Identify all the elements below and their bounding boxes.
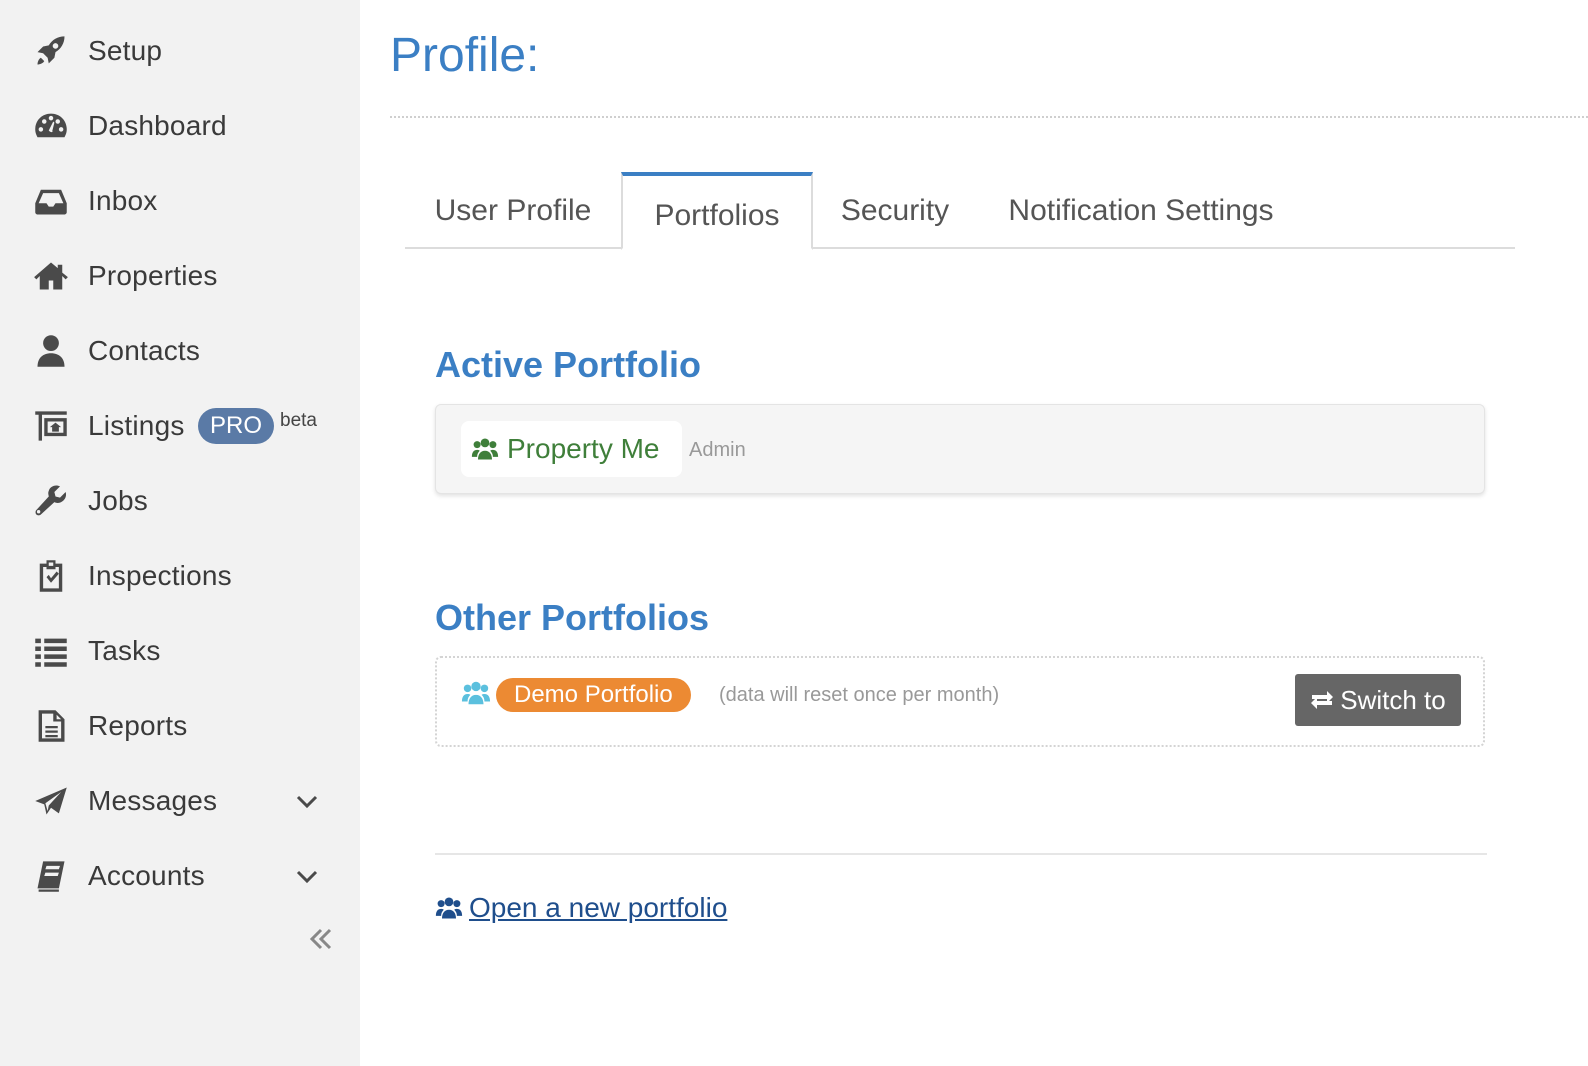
sidebar-item-label: Inspections (88, 560, 232, 591)
active-portfolio-name: Property Me (507, 433, 660, 464)
sidebar-item-inbox[interactable]: Inbox (0, 171, 360, 231)
list-icon (32, 632, 70, 670)
open-new-portfolio-label: Open a new portfolio (469, 892, 728, 923)
active-portfolio-chip: Property Me (461, 421, 682, 477)
sidebar-item-jobs[interactable]: Jobs (0, 471, 360, 531)
sidebar-item-inspections[interactable]: Inspections (0, 546, 360, 606)
exchange-icon (1311, 691, 1334, 709)
switch-to-label: Switch to (1340, 684, 1446, 715)
sidebar-item-label: Jobs (88, 485, 148, 516)
double-chevron-left-icon[interactable] (306, 924, 336, 954)
book-icon (32, 857, 70, 895)
users-icon (471, 438, 499, 460)
sidebar-item-label: Inbox (88, 185, 158, 216)
page-title: Profile: (390, 29, 540, 82)
rocket-icon (32, 32, 70, 70)
pro-badge: PRO (198, 408, 275, 444)
other-portfolio-row: Demo Portfolio (data will reset once per… (435, 656, 1485, 747)
tab-notification-settings[interactable]: Notification Settings (995, 172, 1287, 249)
tab-user-profile[interactable]: User Profile (405, 172, 621, 249)
demo-portfolio-note: (data will reset once per month) (719, 684, 1000, 706)
sidebar-item-label: Setup (88, 35, 163, 66)
switch-to-button[interactable]: Switch to (1295, 674, 1461, 726)
open-new-portfolio-link[interactable]: Open a new portfolio (435, 892, 727, 924)
user-icon (32, 332, 70, 370)
palette-icon (32, 107, 70, 145)
sidebar-item-label: Messages (88, 785, 218, 816)
users-icon (461, 678, 491, 708)
chevron-down-icon[interactable] (294, 863, 320, 889)
sidebar-item-setup[interactable]: Setup (0, 21, 360, 81)
sidebar-item-listings[interactable]: Listings PRO beta (0, 396, 360, 456)
other-portfolios-heading: Other Portfolios (435, 597, 710, 638)
main-content: Profile: User Profile Portfolios Securit… (360, 0, 1588, 1066)
chevron-down-icon[interactable] (294, 788, 320, 814)
section-divider (435, 853, 1487, 855)
clipboard-check-icon (32, 557, 70, 595)
sidebar: Setup Dashboard Inbox Properties Contact… (0, 0, 360, 1066)
sidebar-item-label: Listings (88, 410, 185, 441)
active-portfolio-card: Property Me Admin (435, 404, 1485, 494)
profile-tabs: User Profile Portfolios Security Notific… (405, 172, 1515, 250)
sidebar-item-label: Dashboard (88, 110, 227, 141)
tab-portfolios[interactable]: Portfolios (621, 172, 813, 250)
home-icon (32, 257, 70, 295)
sidebar-item-label: Properties (88, 260, 218, 291)
beta-label: beta (280, 410, 317, 431)
wrench-icon (32, 482, 70, 520)
portfolio-role: Admin (689, 439, 746, 461)
sidebar-item-label: Contacts (88, 335, 201, 366)
title-divider (390, 116, 1588, 118)
sidebar-item-dashboard[interactable]: Dashboard (0, 96, 360, 156)
sidebar-item-messages[interactable]: Messages (0, 771, 360, 831)
inbox-icon (32, 182, 70, 220)
sidebar-item-tasks[interactable]: Tasks (0, 621, 360, 681)
users-icon (435, 897, 463, 919)
paper-plane-icon (32, 782, 70, 820)
sidebar-item-contacts[interactable]: Contacts (0, 321, 360, 381)
sidebar-item-properties[interactable]: Properties (0, 246, 360, 306)
document-icon (32, 707, 70, 745)
tab-security[interactable]: Security (823, 172, 967, 249)
sidebar-item-reports[interactable]: Reports (0, 696, 360, 756)
active-portfolio-heading: Active Portfolio (435, 344, 702, 385)
demo-portfolio-badge: Demo Portfolio (496, 678, 691, 712)
sidebar-item-label: Tasks (88, 635, 161, 666)
sidebar-item-accounts[interactable]: Accounts (0, 846, 360, 906)
listing-sign-icon (32, 407, 70, 445)
sidebar-item-label: Accounts (88, 860, 205, 891)
sidebar-item-label: Reports (88, 710, 188, 741)
